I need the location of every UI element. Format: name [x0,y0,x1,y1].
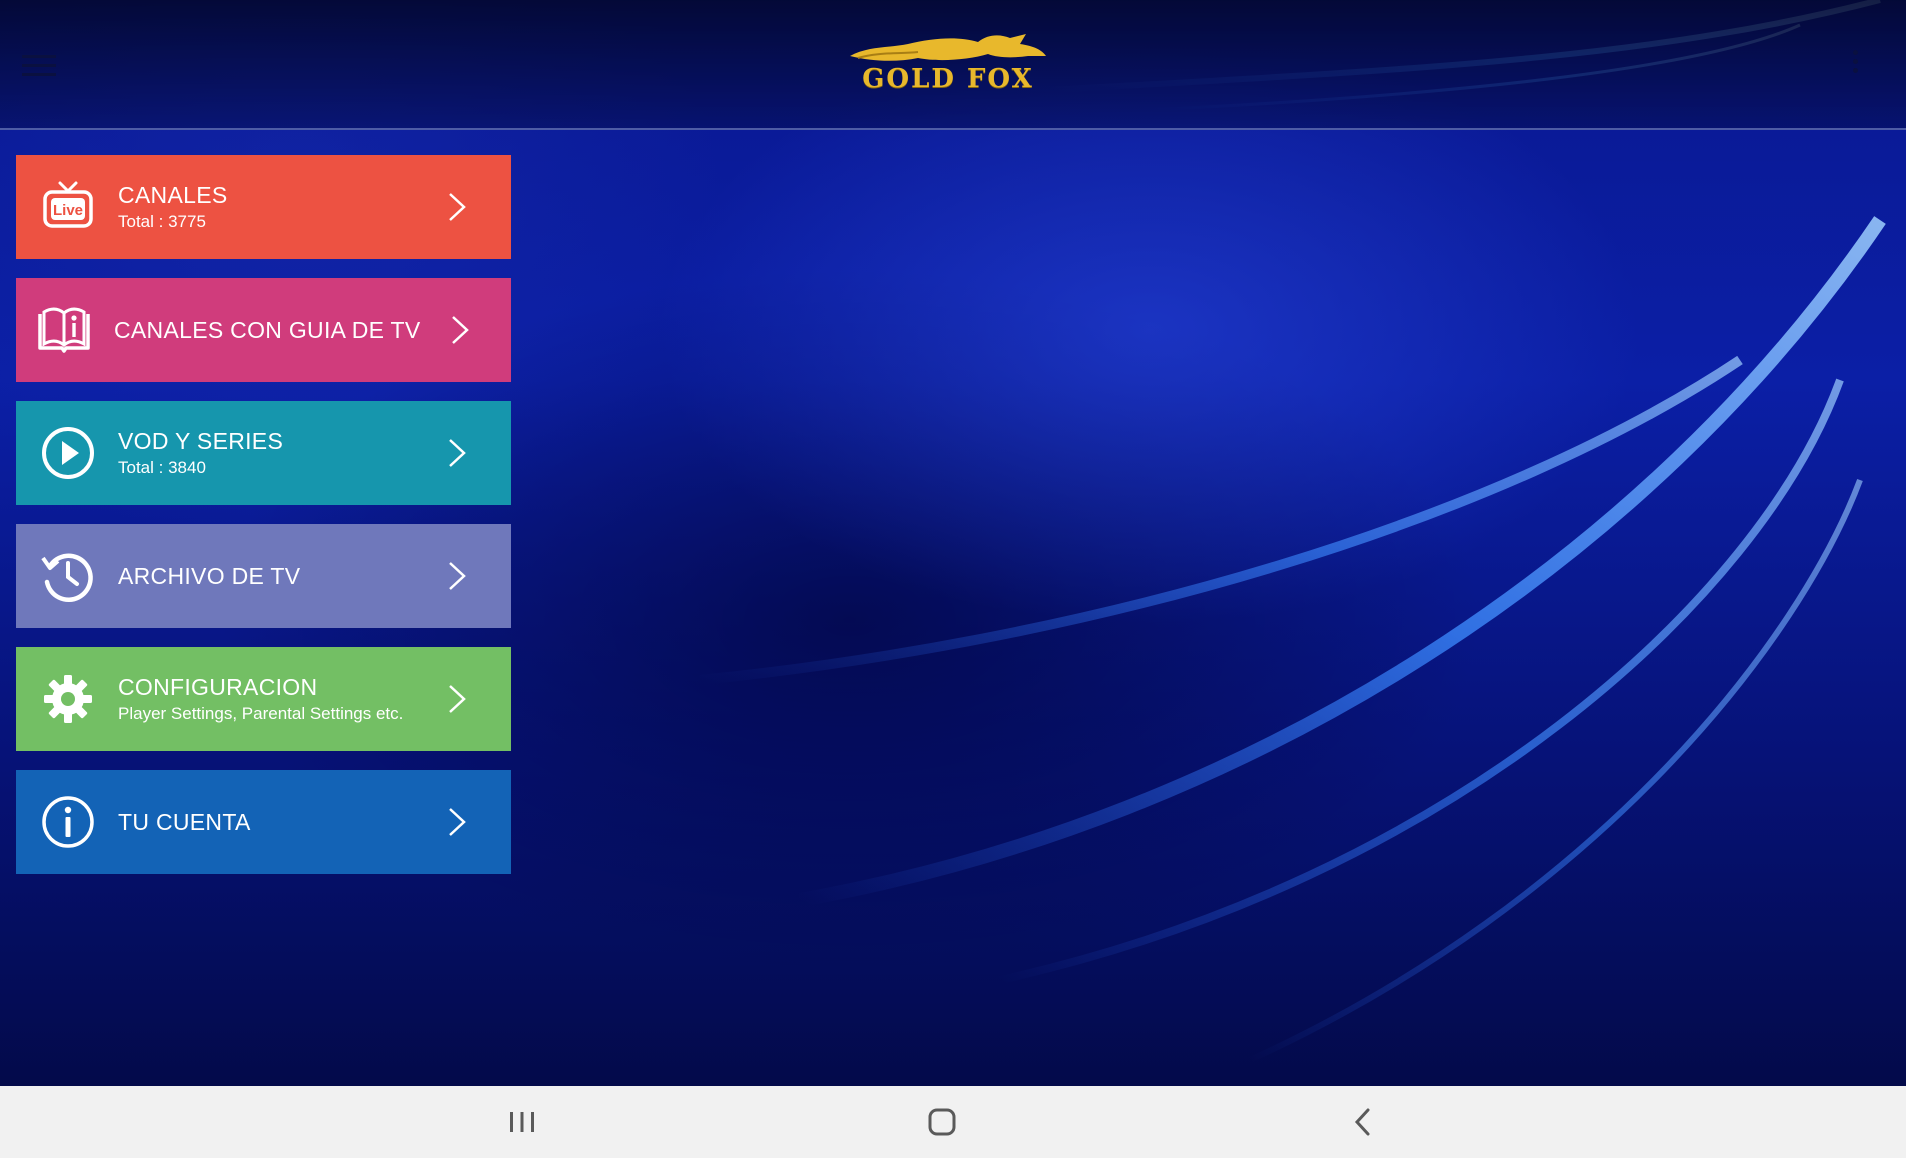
chevron-right-icon [449,562,466,590]
app-screen: GOLD FOX Live CANALES Total : 3775 CANAL… [0,0,1906,1158]
menu-item-title: CANALES CON GUIA DE TV [114,317,421,343]
logo-text: GOLD FOX [862,64,1034,94]
menu-item-archivo-tv[interactable]: ARCHIVO DE TV [16,524,511,628]
gear-icon [44,675,92,723]
home-icon[interactable] [924,1104,960,1140]
menu-item-text: ARCHIVO DE TV [118,524,300,628]
top-app-bar: GOLD FOX [0,0,1906,130]
chevron-right-icon [449,685,466,713]
menu-item-title: CONFIGURACION [118,674,318,700]
menu-item-title: TU CUENTA [118,809,251,835]
menu-item-text: CANALES Total : 3775 [118,155,227,259]
menu-item-text: CANALES CON GUIA DE TV [114,278,421,382]
system-navigation-bar [0,1086,1906,1158]
back-icon[interactable] [1346,1104,1382,1140]
menu-item-title: ARCHIVO DE TV [118,563,301,589]
menu-item-subtitle: Total : 3775 [118,212,206,231]
menu-item-text: VOD Y SERIES Total : 3840 [118,401,283,505]
menu-item-title: VOD Y SERIES [118,428,284,454]
app-logo: GOLD FOX [838,28,1058,98]
live-tv-icon: Live [43,181,93,228]
menu-item-text: TU CUENTA [118,770,251,874]
chevron-right-icon [449,439,466,467]
menu-item-title: CANALES [118,182,228,208]
chevron-right-icon [449,193,466,221]
history-icon [41,553,93,603]
menu-item-canales-guia[interactable]: CANALES CON GUIA DE TV [16,278,511,382]
chevron-right-icon [449,808,466,836]
hamburger-menu-icon[interactable] [22,55,56,79]
chevron-right-icon [452,316,469,344]
book-info-icon [38,307,90,353]
recent-apps-icon[interactable] [504,1104,540,1140]
menu-item-configuracion[interactable]: CONFIGURACION Player Settings, Parental … [16,647,511,751]
menu-item-canales[interactable]: Live CANALES Total : 3775 [16,155,511,259]
main-menu: Live CANALES Total : 3775 CANALES CON GU… [16,155,511,893]
info-circle-icon [42,796,94,848]
menu-item-text: CONFIGURACION Player Settings, Parental … [118,647,403,751]
overflow-menu-icon[interactable] [1852,50,1860,80]
svg-text:Live: Live [53,202,83,219]
menu-item-tu-cuenta[interactable]: TU CUENTA [16,770,511,874]
menu-item-subtitle: Player Settings, Parental Settings etc. [118,704,404,723]
menu-item-vod-series[interactable]: VOD Y SERIES Total : 3840 [16,401,511,505]
play-circle-icon [42,427,94,479]
menu-item-subtitle: Total : 3840 [118,458,206,477]
